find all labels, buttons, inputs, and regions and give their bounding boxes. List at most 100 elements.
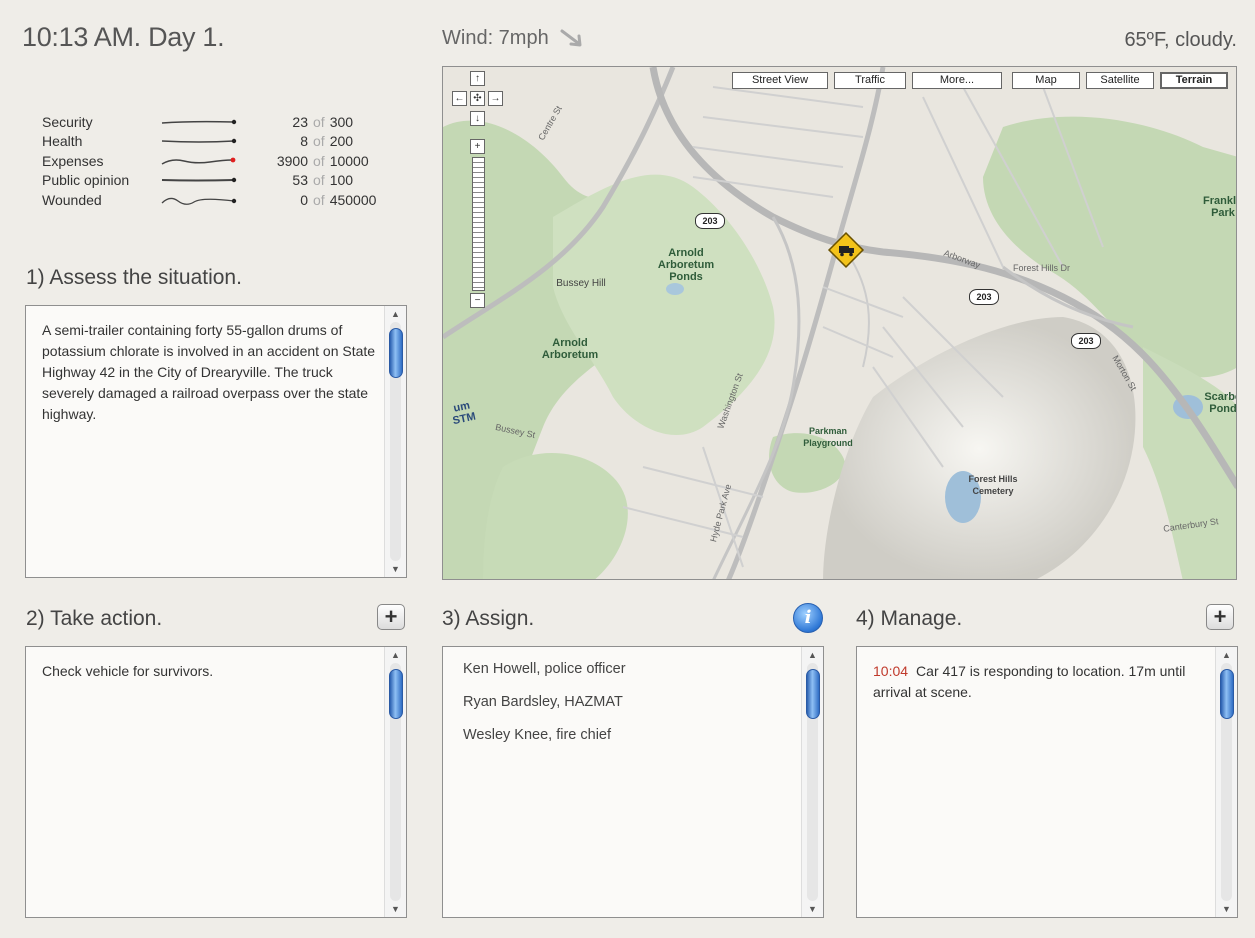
map-label-franklin: Franklin Park [1203,195,1237,219]
assess-panel[interactable]: A semi-trailer containing forty 55-gallo… [25,305,407,578]
more-button[interactable]: More... [912,72,1002,89]
scroll-thumb[interactable] [389,669,403,719]
pan-down-icon[interactable]: ↓ [470,111,485,126]
scroll-up-arrow-icon[interactable]: ▲ [802,647,823,663]
wind-readout: Wind: 7mph [442,27,585,50]
add-manage-button[interactable]: + [1206,604,1234,630]
stat-row-public-opinion: Public opinion 53 of 100 [42,171,382,191]
pan-left-icon[interactable]: ← [452,91,467,106]
route-shield: 203 [969,289,999,305]
arrow-down-right-icon [560,29,582,46]
zoom-slider[interactable] [472,157,485,291]
map-label-arnold-ponds: Arnold Arboretum Ponds [657,247,715,283]
pan-right-icon[interactable]: → [488,91,503,106]
log-entry: 10:04 Car 417 is responding to location. … [873,661,1203,703]
scroll-down-arrow-icon[interactable]: ▼ [802,901,823,917]
assignee-item[interactable]: Ken Howell, police officer [463,661,626,694]
stat-name: Public opinion [42,172,130,189]
map-type-map-button[interactable]: Map [1012,72,1080,89]
sparkline [161,119,237,124]
log-text: Car 417 is responding to location. 17m u… [873,663,1186,700]
stat-row-health: Health 8 of 200 [42,132,382,152]
street-view-button[interactable]: Street View [732,72,828,89]
scroll-up-arrow-icon[interactable]: ▲ [385,306,406,322]
assign-panel[interactable]: Ken Howell, police officer Ryan Bardsley… [442,646,824,918]
clock-day-title: 10:13 AM. Day 1. [22,22,225,52]
scroll-thumb[interactable] [1220,669,1234,719]
action-scrollbar[interactable]: ▲ ▼ [384,647,406,917]
stat-of: of [313,172,325,189]
pan-up-icon[interactable]: ↑ [470,71,485,86]
stat-value: 3900 [276,152,308,169]
manage-panel[interactable]: 10:04 Car 417 is responding to location. … [856,646,1238,918]
map-label-forest-hills-dr: Forest Hills Dr [1013,263,1071,273]
stat-name: Security [42,113,93,130]
assignee-list: Ken Howell, police officer Ryan Bardsley… [463,661,626,760]
action-title: 2) Take action. [26,607,163,630]
assess-title: 1) Assess the situation. [26,266,242,289]
map-view[interactable]: Arnold Arboretum Ponds Arnold Arboretum … [442,66,1237,580]
scroll-thumb[interactable] [806,669,820,719]
action-item[interactable]: Check vehicle for survivors. [42,661,213,682]
stat-value: 0 [300,191,308,208]
manage-title: 4) Manage. [856,607,963,630]
assign-title: 3) Assign. [442,607,535,630]
stat-value: 8 [300,133,308,150]
stat-max: 300 [329,113,354,130]
assign-scrollbar[interactable]: ▲ ▼ [801,647,823,917]
map-label-scarboro: Scarbo Pond [1204,391,1237,415]
stat-value: 23 [292,113,308,130]
map-type-terrain-button[interactable]: Terrain [1160,72,1228,89]
add-action-button[interactable]: + [377,604,405,630]
stat-of: of [313,113,325,130]
stat-max: 100 [329,172,354,189]
stat-value: 53 [292,172,308,189]
stat-max: 200 [329,133,354,150]
route-shield: 203 [695,213,725,229]
sparkline [161,157,236,165]
scroll-down-arrow-icon[interactable]: ▼ [385,901,406,917]
stat-name: Health [42,133,83,150]
sparkline [161,178,237,183]
assignee-item[interactable]: Ryan Bardsley, HAZMAT [463,694,626,727]
zoom-in-icon[interactable]: + [470,139,485,154]
stats-table: Security 23 of 300 Health 8 of 200 Expen… [42,112,382,210]
scroll-up-arrow-icon[interactable]: ▲ [1216,647,1237,663]
traffic-button[interactable]: Traffic [834,72,906,89]
action-panel[interactable]: Check vehicle for survivors. ▲ ▼ [25,646,407,918]
stat-row-security: Security 23 of 300 [42,112,382,132]
stat-row-expenses: Expenses 3900 of 10000 [42,151,382,171]
weather-readout: 65ºF, cloudy. [1124,29,1237,51]
assignee-item[interactable]: Wesley Knee, fire chief [463,727,626,760]
stat-of: of [313,152,325,169]
assess-text: A semi-trailer containing forty 55-gallo… [42,322,376,422]
assess-scrollbar[interactable]: ▲ ▼ [384,306,406,577]
map-label-forest-hills: Forest Hills Cemetery [968,474,1018,496]
sparkline [161,139,237,144]
stat-max: 450000 [329,191,377,208]
wind-label: Wind: 7mph [442,27,549,49]
log-time: 10:04 [873,663,909,679]
scroll-down-arrow-icon[interactable]: ▼ [385,561,406,577]
map-label-bussey-hill: Bussey Hill [556,278,606,289]
stat-max: 10000 [329,152,369,169]
sparkline [161,197,237,205]
scroll-thumb[interactable] [389,328,403,378]
map-button-bar: Street View Traffic More... Map Satellit… [732,72,1228,89]
zoom-out-icon[interactable]: − [470,293,485,308]
pan-center-icon[interactable]: ✣ [470,91,485,106]
scroll-down-arrow-icon[interactable]: ▼ [1216,901,1237,917]
map-type-satellite-button[interactable]: Satellite [1086,72,1154,89]
manage-scrollbar[interactable]: ▲ ▼ [1215,647,1237,917]
info-icon[interactable]: i [793,603,823,633]
stat-row-wounded: Wounded 0 of 450000 [42,190,382,210]
route-shield: 203 [1071,333,1101,349]
scroll-up-arrow-icon[interactable]: ▲ [385,647,406,663]
stat-of: of [313,133,325,150]
truck-warning-icon[interactable] [827,231,865,269]
stat-name: Expenses [42,152,104,169]
map-terrain[interactable] [443,67,1237,580]
map-label-arnold-arboretum: Arnold Arboretum [541,337,599,361]
stat-of: of [313,191,325,208]
stat-name: Wounded [42,191,102,208]
